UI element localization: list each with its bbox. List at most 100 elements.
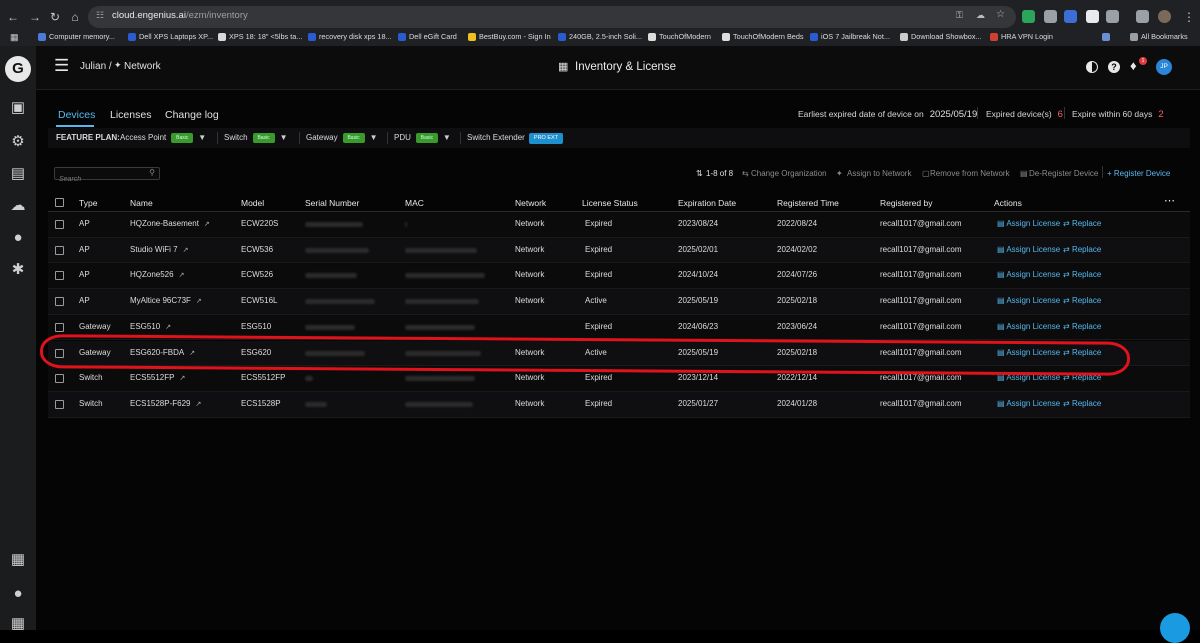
- bookmark[interactable]: Dell eGift Card: [398, 32, 457, 44]
- cell-network[interactable]: Network: [515, 245, 544, 254]
- key-icon[interactable]: ⚿: [956, 10, 963, 21]
- cell-network[interactable]: Network: [515, 348, 544, 357]
- action-replace[interactable]: ⇄ Replace: [1063, 270, 1101, 279]
- theme-toggle-icon[interactable]: [1086, 61, 1098, 73]
- gear-icon[interactable]: ⚙: [8, 132, 28, 152]
- table-row[interactable]: AP HQZone526 ↗ ECW526 Network Expired 2024/10/…: [48, 263, 1190, 290]
- engenius-logo[interactable]: G: [5, 56, 31, 82]
- users-icon[interactable]: ●: [8, 584, 28, 604]
- action-assign-license[interactable]: ▤ Assign License: [997, 296, 1060, 305]
- user-icon[interactable]: ●: [8, 228, 28, 248]
- home-icon[interactable]: ⌂: [66, 8, 84, 26]
- action-assign-license[interactable]: ▤ Assign License: [997, 373, 1060, 382]
- chevron-down-icon[interactable]: ▼: [198, 133, 206, 142]
- back-icon[interactable]: ←: [4, 8, 22, 26]
- table-row[interactable]: Gateway ESG620-FBDA ↗ ESG620 Network Active 20…: [48, 340, 1190, 367]
- plan-pdu[interactable]: PDU Basic ▼: [394, 133, 451, 143]
- cell-network[interactable]: Network: [515, 296, 544, 305]
- change-organization-button[interactable]: Change Organization: [751, 169, 827, 178]
- row-checkbox[interactable]: [55, 245, 64, 255]
- external-link-icon[interactable]: ↗: [204, 220, 210, 228]
- table-row[interactable]: Switch ECS5512FP ↗ ECS5512FP Network Expired 2…: [48, 366, 1190, 392]
- action-replace[interactable]: ⇄ Replace: [1063, 348, 1101, 357]
- profile-avatar[interactable]: [1158, 10, 1171, 23]
- chat-support-icon[interactable]: [1160, 613, 1190, 643]
- chevron-down-icon[interactable]: ▼: [443, 133, 451, 142]
- extension-icon[interactable]: [1064, 10, 1077, 23]
- assign-network-icon[interactable]: ✦: [836, 169, 843, 178]
- col-mac[interactable]: MAC: [405, 198, 424, 208]
- assign-network-button[interactable]: Assign to Network: [847, 169, 911, 178]
- table-row[interactable]: AP MyAltice 96C73F ↗ ECW516L Network Active 20…: [48, 289, 1190, 315]
- cell-network[interactable]: Network: [515, 270, 544, 279]
- action-replace[interactable]: ⇄ Replace: [1063, 399, 1101, 408]
- avatar[interactable]: JP: [1156, 59, 1172, 75]
- device-name[interactable]: HQZone526: [130, 270, 174, 279]
- bookmark[interactable]: Dell XPS Laptops XP...: [128, 32, 213, 44]
- download-icon[interactable]: [1136, 10, 1149, 23]
- apps-grid-icon[interactable]: ▦: [10, 32, 19, 43]
- puzzle-icon[interactable]: [1106, 10, 1119, 23]
- cell-network[interactable]: Network: [515, 219, 544, 228]
- bookmark[interactable]: 240GB, 2.5-inch Soli...: [558, 32, 642, 44]
- table-row[interactable]: Switch ECS1528P-F629 ↗ ECS1528P Network Expir…: [48, 391, 1190, 418]
- external-link-icon[interactable]: ↗: [195, 400, 201, 408]
- tab-change-log[interactable]: Change log: [165, 109, 219, 121]
- device-name[interactable]: ESG620-FBDA: [130, 348, 184, 357]
- action-assign-license[interactable]: ▤ Assign License: [997, 322, 1060, 331]
- breadcrumb-org[interactable]: Julian /: [80, 61, 112, 72]
- row-checkbox[interactable]: [55, 271, 64, 281]
- search-box[interactable]: ⚲: [54, 167, 160, 185]
- action-assign-license[interactable]: ▤ Assign License: [997, 245, 1060, 254]
- bookmark[interactable]: HRA VPN Login: [990, 32, 1053, 44]
- action-replace[interactable]: ⇄ Replace: [1063, 245, 1101, 254]
- action-replace[interactable]: ⇄ Replace: [1063, 219, 1101, 228]
- external-link-icon[interactable]: ↗: [196, 297, 202, 305]
- external-link-icon[interactable]: ↗: [189, 349, 195, 357]
- row-checkbox[interactable]: [55, 399, 64, 409]
- bookmark[interactable]: TouchOfModern Beds: [722, 32, 804, 44]
- action-replace[interactable]: ⇄ Replace: [1063, 296, 1101, 305]
- bookmark[interactable]: recovery disk xps 18...: [308, 32, 392, 44]
- breadcrumb-network[interactable]: Network: [124, 61, 161, 72]
- action-assign-license[interactable]: ▤ Assign License: [997, 219, 1060, 228]
- bookmark[interactable]: TouchOfModern: [648, 32, 711, 44]
- extension-icon[interactable]: [1086, 10, 1099, 23]
- report-icon[interactable]: ▦: [8, 550, 28, 570]
- reload-icon[interactable]: ↻: [46, 8, 64, 26]
- col-registered-time[interactable]: Registered Time: [777, 198, 839, 208]
- extension-icon[interactable]: [1044, 10, 1057, 23]
- cloud-icon[interactable]: ☁: [8, 196, 28, 216]
- action-replace[interactable]: ⇄ Replace: [1063, 322, 1101, 331]
- action-assign-license[interactable]: ▤ Assign License: [997, 399, 1060, 408]
- cloud-icon[interactable]: ☁: [976, 10, 985, 21]
- cell-network[interactable]: Network: [515, 373, 544, 382]
- kebab-menu-icon[interactable]: ⋮: [1180, 8, 1198, 26]
- tab-licenses[interactable]: Licenses: [110, 109, 151, 121]
- col-type[interactable]: Type: [79, 198, 97, 208]
- search-icon[interactable]: ⚲: [149, 168, 155, 177]
- monitor-icon[interactable]: ▣: [8, 98, 28, 118]
- change-org-icon[interactable]: ⇆: [742, 169, 749, 178]
- row-checkbox[interactable]: [55, 322, 64, 332]
- chevron-down-icon[interactable]: ▼: [280, 133, 288, 142]
- plan-access-point[interactable]: Access Point Basic ▼: [120, 133, 206, 143]
- bell-icon[interactable]: ♦: [1130, 58, 1137, 73]
- bookmark[interactable]: Download Showbox...: [900, 32, 982, 44]
- external-link-icon[interactable]: ↗: [165, 323, 171, 331]
- register-device-button[interactable]: + Register Device: [1107, 169, 1170, 178]
- row-checkbox[interactable]: [55, 297, 64, 307]
- chevron-down-icon[interactable]: ▼: [370, 133, 378, 142]
- sort-icon[interactable]: ⇅: [696, 169, 703, 178]
- device-name[interactable]: MyAltice 96C73F: [130, 296, 191, 305]
- star-icon[interactable]: ☆: [996, 9, 1005, 20]
- device-name[interactable]: ECS5512FP: [130, 373, 174, 382]
- remove-network-icon[interactable]: ▢: [922, 169, 930, 178]
- table-row[interactable]: Gateway ESG510 ↗ ESG510 Expired 2024/06/23 202…: [48, 314, 1190, 341]
- grid-icon[interactable]: ▦: [8, 614, 28, 634]
- device-name[interactable]: HQZone-Basement: [130, 219, 199, 228]
- action-replace[interactable]: ⇄ Replace: [1063, 373, 1101, 382]
- bookmark[interactable]: BestBuy.com - Sign In: [468, 32, 551, 44]
- bookmark[interactable]: Computer memory...: [38, 32, 115, 44]
- row-checkbox[interactable]: [55, 374, 64, 384]
